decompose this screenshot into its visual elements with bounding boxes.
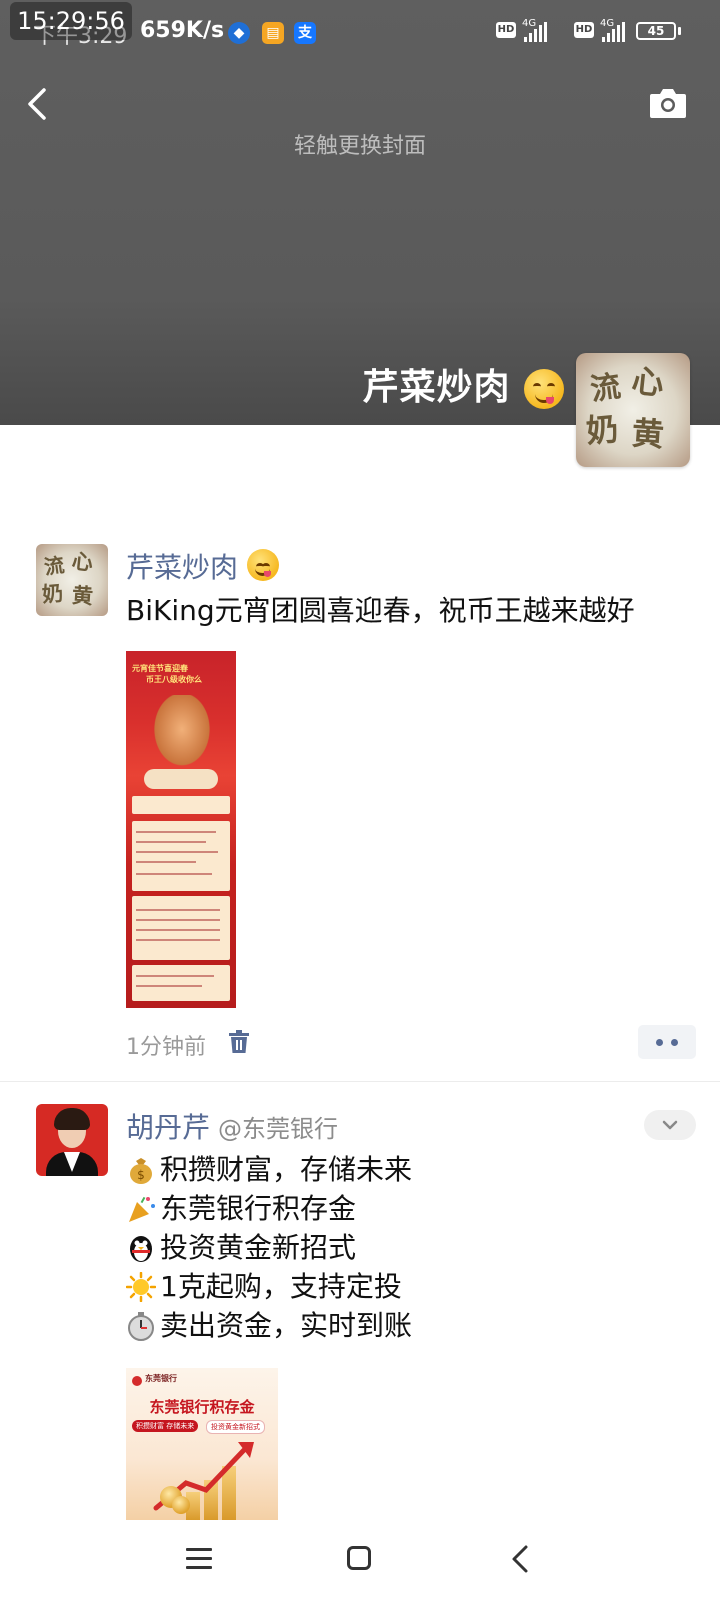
profile-name-text: 芹菜炒肉 [362,367,511,408]
growth-arrow-icon [153,1442,254,1511]
gold-coin [172,1496,190,1514]
sun-icon [126,1272,156,1302]
recent-apps-menu-icon[interactable] [186,1548,212,1570]
poster-headline-1: 元宵佳节喜迎春 [132,663,188,673]
post-image[interactable]: 元宵佳节喜迎春 币王八级收你么 [126,651,236,1008]
profile-avatar[interactable]: 流 心 奶 黄 [576,353,690,467]
delete-trash-icon[interactable] [228,1030,250,1054]
yum-emoji-icon [524,369,564,409]
back-arrow-icon[interactable] [20,84,54,124]
avatar-calligraphy: 流 心 奶 黄 [584,361,666,455]
alipay-app-icon: 支 [294,22,316,44]
camera-icon[interactable] [648,86,688,120]
portrait-hair [54,1108,90,1130]
notes-app-icon: ▤ [262,22,284,44]
poster-cloud [144,769,218,789]
poster-panel [132,965,230,1001]
change-cover-hint[interactable]: 轻触更换封面 [0,128,720,160]
penguin-icon [130,1236,152,1262]
signal-sim2-icon: HD 4G [574,18,642,44]
post-author-name[interactable]: 芹菜炒肉 [126,546,279,586]
post-line: 投资黄金新招式 [126,1228,412,1267]
post-author-avatar[interactable] [36,1104,108,1176]
poster-headline-2: 币王八级收你么 [146,674,202,684]
clock-overlay: 15:29:56 [10,2,132,40]
profile-name: 芹菜炒肉 [362,358,564,410]
party-popper-icon [129,1196,155,1222]
network-speed: 659K/s [140,18,225,43]
nav-back-icon[interactable] [508,1544,532,1574]
chevron-down-icon [662,1120,678,1130]
moment-post: 流 心 奶 黄 芹菜炒肉 BiKing元宵团圆喜迎春，祝币王越来越好 [0,540,720,1080]
expand-chevron-button[interactable] [644,1110,696,1140]
signal-sim1-icon: HD 4G [496,18,564,44]
post-author-name[interactable]: 胡丹芹 @东莞银行 [126,1106,338,1146]
battery-tip [678,27,681,35]
post-line: $ 积攒财富，存储未来 [126,1150,412,1189]
post-line: 1克起购，支持定投 [126,1267,412,1306]
post-divider [0,1081,720,1082]
stopwatch-icon [128,1312,154,1341]
bank-app-icon: ◆ [228,22,250,44]
poster-panel [132,796,230,814]
battery-icon: 45 [636,22,676,40]
author-handle: @东莞银行 [218,1115,339,1143]
more-actions-button[interactable] [638,1025,696,1059]
post-text: BiKing元宵团圆喜迎春，祝币王越来越好 [126,594,635,627]
moment-post: 胡丹芹 @东莞银行 $ 积攒财富，存储未来 东莞银行积存金 投资黄金新招式 1克… [0,1100,720,1520]
system-nav-bar [0,1520,720,1600]
horse-figure [150,695,214,771]
svg-text:$: $ [137,1168,145,1182]
post-line: 卖出资金，实时到账 [126,1306,412,1345]
home-square-icon[interactable] [347,1546,371,1570]
poster-panel [132,896,230,960]
post-timestamp: 1分钟前 [126,1035,206,1060]
post-author-avatar[interactable]: 流 心 奶 黄 [36,544,108,616]
money-bag-icon: $ [130,1158,152,1184]
yum-emoji-icon [246,549,279,581]
post-line: 东莞银行积存金 [126,1189,412,1228]
post-text: $ 积攒财富，存储未来 东莞银行积存金 投资黄金新招式 1克起购，支持定投 卖出… [126,1150,412,1345]
post-image[interactable]: 东莞银行 东莞银行积存金 积攒财富 存储未来 投资黄金新招式 [126,1368,278,1520]
